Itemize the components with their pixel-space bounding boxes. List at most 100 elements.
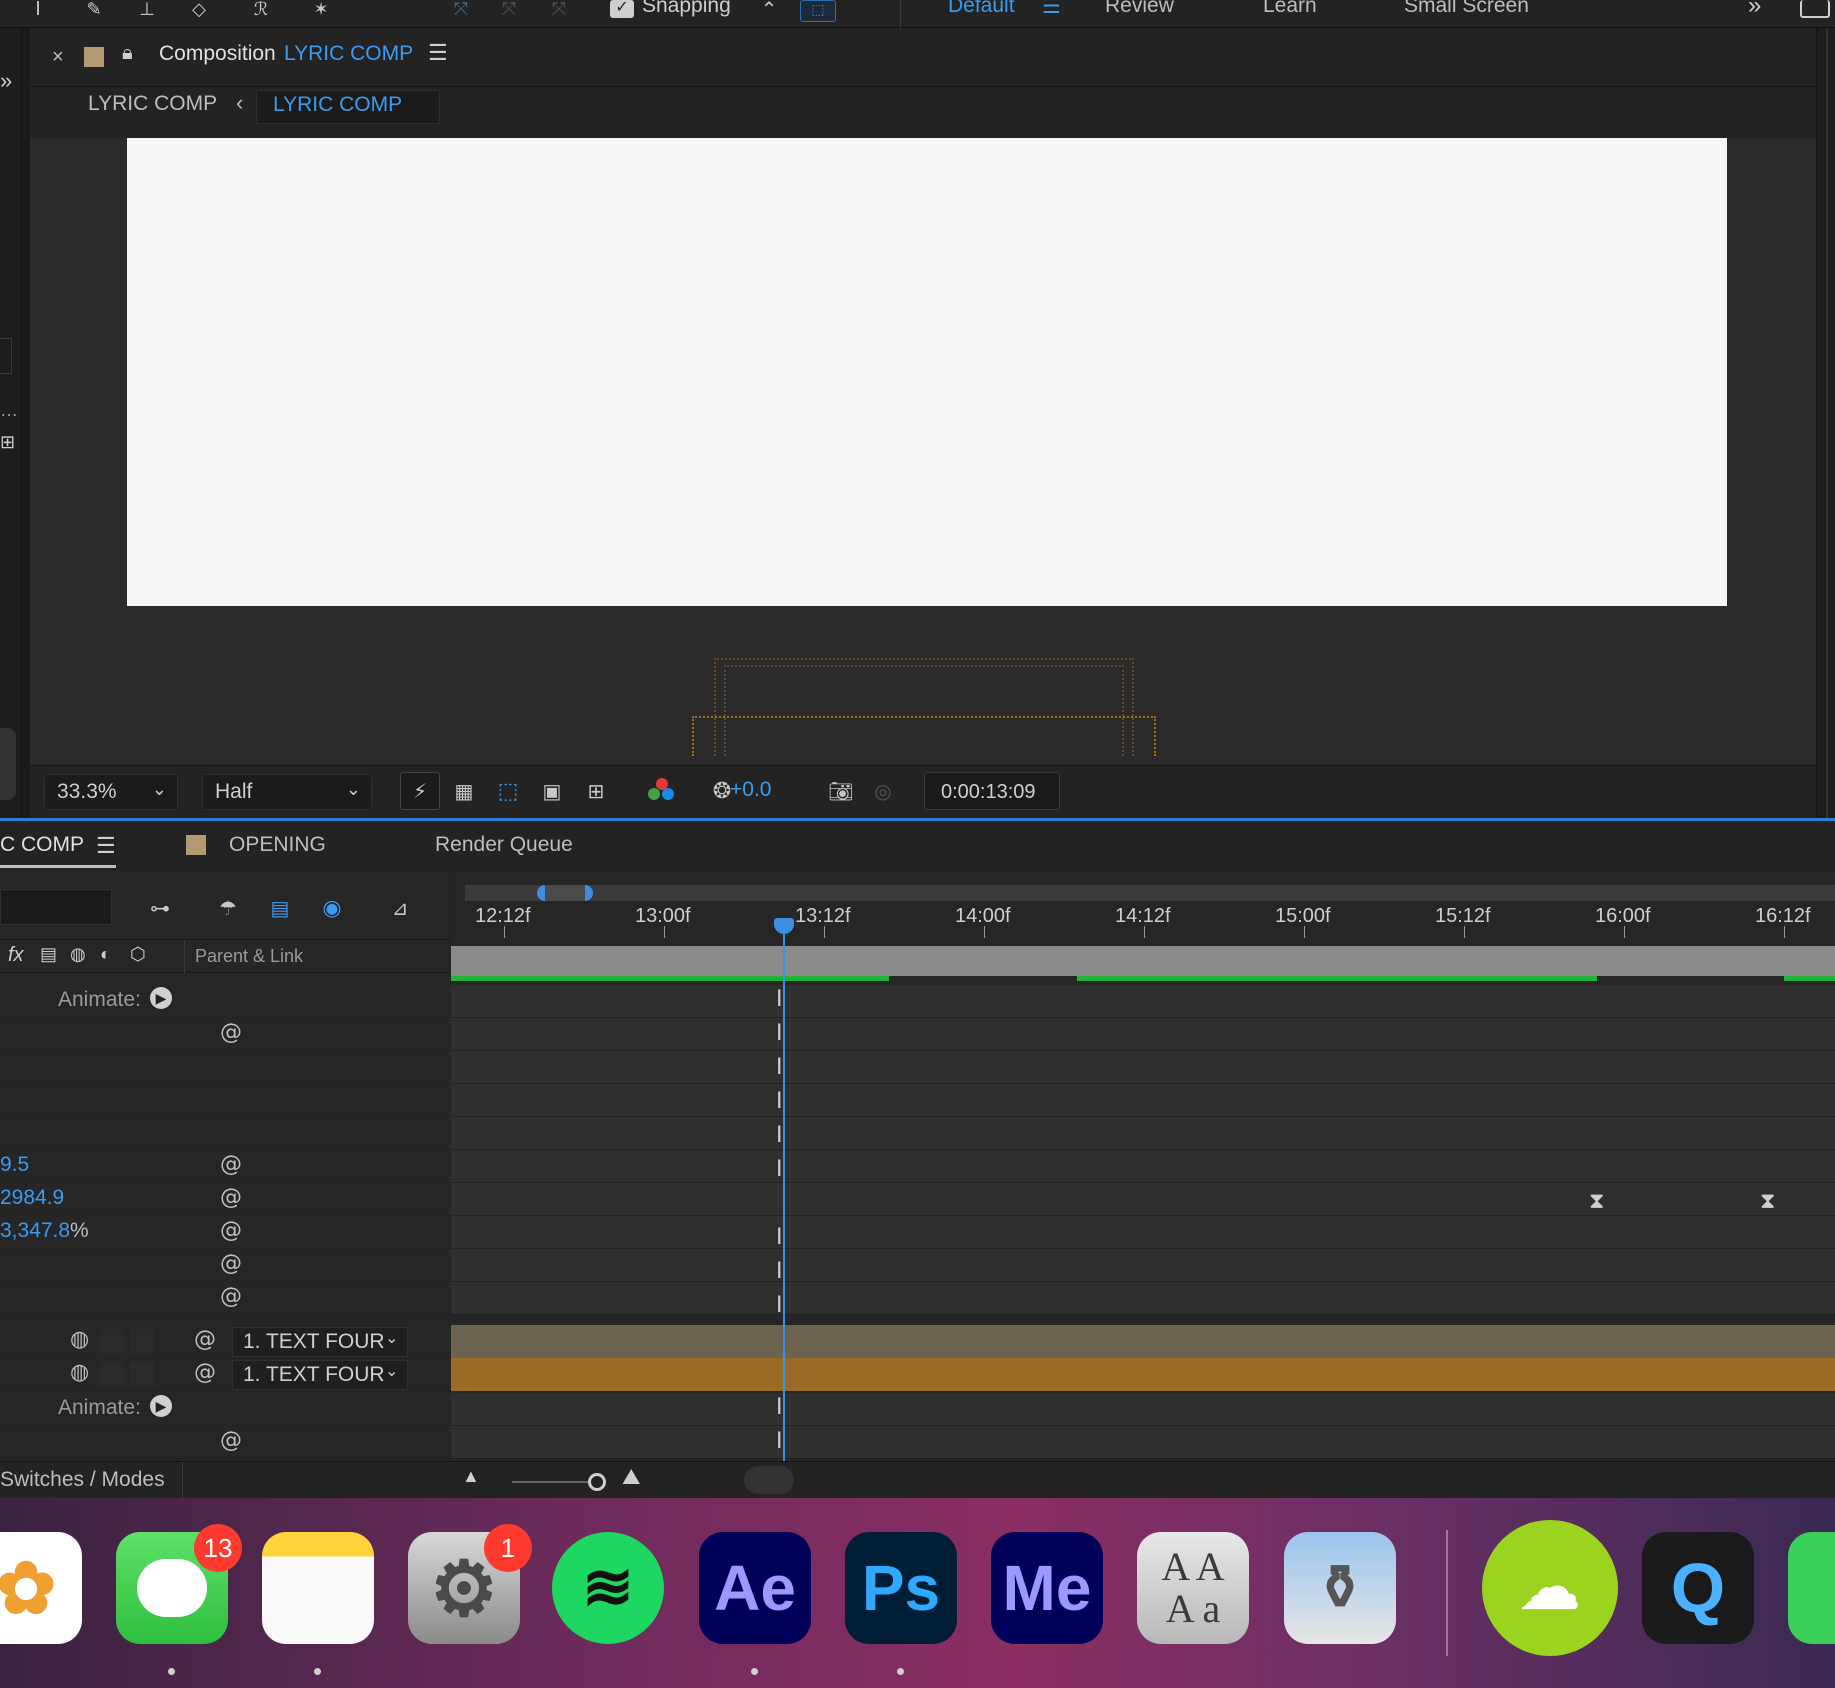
keyframe-marker[interactable]: I	[776, 1225, 783, 1250]
panel-menu-icon[interactable]: ☰	[428, 40, 448, 66]
switch-box[interactable]	[130, 1362, 154, 1386]
zoom-in-icon[interactable]: ⛰︎	[622, 1464, 640, 1490]
expression-pickwhip-icon[interactable]: @	[220, 1185, 242, 1210]
clone-stamp-icon[interactable]: ⊥	[132, 0, 162, 19]
mask-path-icon[interactable]: ⬚	[492, 776, 524, 806]
dock-app-notes[interactable]	[262, 1532, 374, 1644]
keyframe-marker[interactable]: I	[776, 1089, 783, 1114]
motion-blur-icon[interactable]: ◉	[314, 893, 350, 923]
expression-pickwhip-icon[interactable]: @	[220, 1251, 242, 1276]
dock-app-quicktime[interactable]: Q	[1642, 1532, 1754, 1644]
dock-app-cloud-video[interactable]: ☁	[1482, 1520, 1618, 1656]
roto-brush-icon[interactable]: ℛ	[246, 0, 276, 19]
puppet-pin-icon[interactable]: ✶	[306, 0, 336, 19]
keyframe-marker[interactable]: I	[776, 1429, 783, 1454]
ellipsis-icon[interactable]: …	[0, 400, 18, 421]
expression-pickwhip-icon[interactable]: @	[220, 1284, 242, 1309]
breadcrumb-back-icon[interactable]: ‹	[236, 90, 243, 116]
snap-mode-button[interactable]: ⬚	[800, 0, 836, 22]
brush-tool-icon[interactable]: ✎	[80, 0, 108, 19]
dock-app-media-encoder[interactable]: Me	[991, 1532, 1103, 1644]
grid-guides-icon[interactable]: ⊞	[580, 776, 612, 806]
snapping-checkbox[interactable]: ✓	[610, 0, 634, 18]
comp-canvas[interactable]	[127, 138, 1727, 606]
workspace-learn[interactable]: Learn	[1263, 0, 1317, 18]
motion-blur-switch-icon[interactable]: ◍	[70, 1360, 89, 1385]
time-navigator-handle[interactable]	[537, 885, 593, 901]
animate-play-icon[interactable]: ▶	[150, 987, 172, 1009]
adjustment-col-icon[interactable]: ◐	[100, 944, 111, 965]
property-value[interactable]: 2984.9	[0, 1186, 64, 1210]
snapshot-camera-icon[interactable]: 📷︎	[824, 776, 858, 806]
keyframe-marker[interactable]: I	[776, 987, 783, 1012]
panel-menu-icon[interactable]: ☰	[96, 833, 116, 859]
channel-blue[interactable]	[662, 788, 674, 800]
parent-pickwhip-icon[interactable]: @	[194, 1327, 216, 1352]
expression-pickwhip-icon[interactable]: @	[220, 1218, 242, 1243]
close-panel-icon[interactable]: ×	[52, 46, 64, 69]
text-layer-bounds[interactable]	[692, 716, 1156, 756]
parent-pickwhip-icon[interactable]: @	[194, 1360, 216, 1385]
frame-blending-icon[interactable]: ▤	[262, 893, 298, 923]
3d-layer-col-icon[interactable]: ⬡	[130, 944, 146, 965]
workspace-small-screen[interactable]: Small Screen	[1404, 0, 1529, 18]
zoom-dropdown[interactable]: 33.3% ⌄	[44, 774, 178, 810]
expression-pickwhip-icon[interactable]: @	[220, 1020, 242, 1045]
graph-editor-icon[interactable]: ⊿	[382, 893, 418, 923]
time-navigator[interactable]	[465, 885, 1835, 901]
type-tool-icon[interactable]: I	[24, 0, 52, 20]
dock-app-photoshop[interactable]: Ps	[845, 1532, 957, 1644]
breadcrumb-parent[interactable]: LYRIC COMP	[88, 92, 217, 116]
work-area-bar[interactable]	[451, 946, 1835, 976]
tab-render-queue[interactable]: Render Queue	[435, 833, 573, 857]
time-ruler[interactable]: 12:12f 13:00f 13:12f 14:00f 14:12f 15:00…	[451, 905, 1835, 945]
flowchart-icon[interactable]: ⊞	[0, 432, 15, 453]
keyframe-marker[interactable]: I	[776, 1395, 783, 1420]
horizontal-scroll-thumb[interactable]	[744, 1466, 794, 1494]
switches-modes-toggle[interactable]: Switches / Modes	[0, 1468, 165, 1492]
layer-row[interactable]: ◍ @ 1. TEXT FOUR ⌄	[0, 1358, 450, 1391]
keyframe-marker[interactable]: I	[776, 1293, 783, 1318]
switch-box[interactable]	[100, 1362, 124, 1386]
layer-bar-orange[interactable]	[451, 1358, 1835, 1391]
animate-play-icon[interactable]: ▶	[150, 1395, 172, 1417]
eraser-tool-icon[interactable]: ◇	[184, 0, 214, 19]
switch-box[interactable]	[130, 1329, 154, 1353]
dock-app-spotify[interactable]: ≋	[552, 1532, 664, 1644]
tab-lyric-comp[interactable]: C COMP	[0, 833, 84, 857]
keyframe-marker[interactable]: ⧗	[1589, 1189, 1604, 1214]
dock-app-font-book[interactable]: A A A a	[1137, 1532, 1249, 1644]
search-input[interactable]	[0, 889, 112, 925]
show-snapshot-icon[interactable]: ◎	[866, 776, 900, 806]
workspace-review[interactable]: Review	[1105, 0, 1174, 18]
resolution-dropdown[interactable]: Half ⌄	[202, 774, 372, 810]
keyframe-marker[interactable]: ⧗	[1760, 1189, 1775, 1214]
snap-grid-icon[interactable]: ⤧	[494, 0, 524, 19]
expression-pickwhip-icon[interactable]: @	[220, 1152, 242, 1177]
search-help-icon[interactable]	[1800, 0, 1830, 18]
keyframe-marker[interactable]: I	[776, 1123, 783, 1148]
dock-app-facetime[interactable]	[1788, 1532, 1835, 1644]
keyframe-marker[interactable]: I	[776, 1157, 783, 1182]
zoom-out-icon[interactable]: ▲	[462, 1466, 480, 1487]
parent-dropdown[interactable]: 1. TEXT FOUR ⌄	[232, 1360, 408, 1390]
transparency-grid-icon[interactable]: ▦	[448, 776, 480, 806]
region-of-interest-icon[interactable]: ▣	[536, 776, 568, 806]
motion-blur-switch-icon[interactable]: ◍	[70, 1327, 89, 1352]
lock-icon[interactable]: 🔒︎	[122, 42, 133, 65]
comp-name[interactable]: LYRIC COMP	[284, 42, 413, 66]
exposure-value[interactable]: +0.0	[730, 778, 771, 802]
snap-options-icon[interactable]: ⌃	[756, 0, 782, 21]
scrollbar[interactable]	[1826, 28, 1828, 818]
zoom-slider-track[interactable]	[512, 1481, 596, 1483]
expression-pickwhip-icon[interactable]: @	[220, 1428, 242, 1453]
property-value[interactable]: 3,347.8	[0, 1219, 70, 1243]
workspace-default[interactable]: Default	[948, 0, 1015, 18]
dock-app-preview[interactable]: ⚱	[1284, 1532, 1396, 1644]
motion-blur-col-icon[interactable]: ◍	[70, 944, 86, 965]
timecode-box[interactable]: 0:00:13:09	[924, 772, 1060, 810]
zoom-slider-thumb[interactable]	[588, 1473, 606, 1491]
keyframe-marker[interactable]: I	[776, 1259, 783, 1284]
tab-opening[interactable]: OPENING	[229, 833, 326, 857]
layer-bar-tan[interactable]	[451, 1325, 1835, 1358]
